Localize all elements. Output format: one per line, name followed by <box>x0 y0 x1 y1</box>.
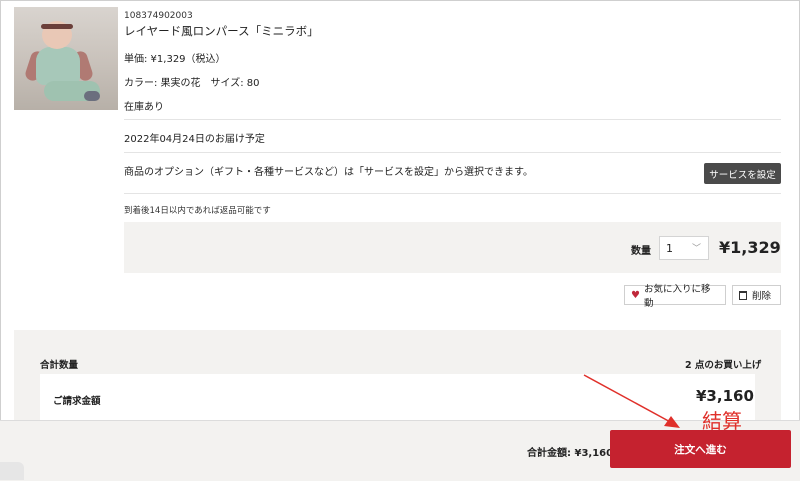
delete-label: 削除 <box>752 291 772 302</box>
billing-amount-label: ご請求金額 <box>53 396 101 407</box>
service-note: 商品のオプション（ギフト・各種サービスなど）は「サービスを設定」から選択できます… <box>124 167 533 178</box>
divider <box>124 119 781 120</box>
window-corner <box>0 462 24 480</box>
total-quantity-value: 2 点のお買い上げ <box>685 360 762 371</box>
annotation-text: 結算 <box>702 409 742 433</box>
product-name[interactable]: レイヤード風ロンパース「ミニラボ」 <box>124 23 319 39</box>
product-image[interactable] <box>14 7 118 110</box>
unit-price: 単価: ¥1,329（税込） <box>124 54 226 65</box>
total-quantity-label: 合計数量 <box>40 360 79 371</box>
delete-button[interactable]: 削除 <box>732 285 781 305</box>
product-variant: カラー: 果実の花 サイズ: 80 <box>124 78 260 89</box>
delivery-date: 2022年04月24日のお届け予定 <box>124 134 265 145</box>
total-amount: 合計金額: ¥3,160 <box>527 448 614 459</box>
chevron-down-icon: ﹀ <box>691 244 701 254</box>
billing-amount: ¥3,160 <box>696 387 754 405</box>
divider <box>124 152 781 153</box>
stock-status: 在庫あり <box>124 102 164 113</box>
divider <box>124 193 781 194</box>
line-price: ¥1,329 <box>719 238 781 257</box>
move-to-favorites-button[interactable]: ♥ お気に入りに移動 <box>624 284 726 309</box>
set-service-button[interactable]: サービスを設定 <box>704 163 781 184</box>
quantity-label: 数量 <box>631 246 651 257</box>
proceed-to-order-button[interactable]: 注文へ進む <box>610 430 791 468</box>
return-policy: 到着後14日以内であれば返品可能です <box>124 206 271 216</box>
quantity-select[interactable]: 1 ﹀ <box>659 236 709 260</box>
favorites-label: お気に入りに移動 <box>643 284 711 309</box>
trash-icon <box>739 290 747 300</box>
quantity-value: 1 <box>666 241 673 255</box>
heart-icon: ♥ <box>631 289 640 301</box>
product-sku: 108374902003 <box>124 11 193 21</box>
